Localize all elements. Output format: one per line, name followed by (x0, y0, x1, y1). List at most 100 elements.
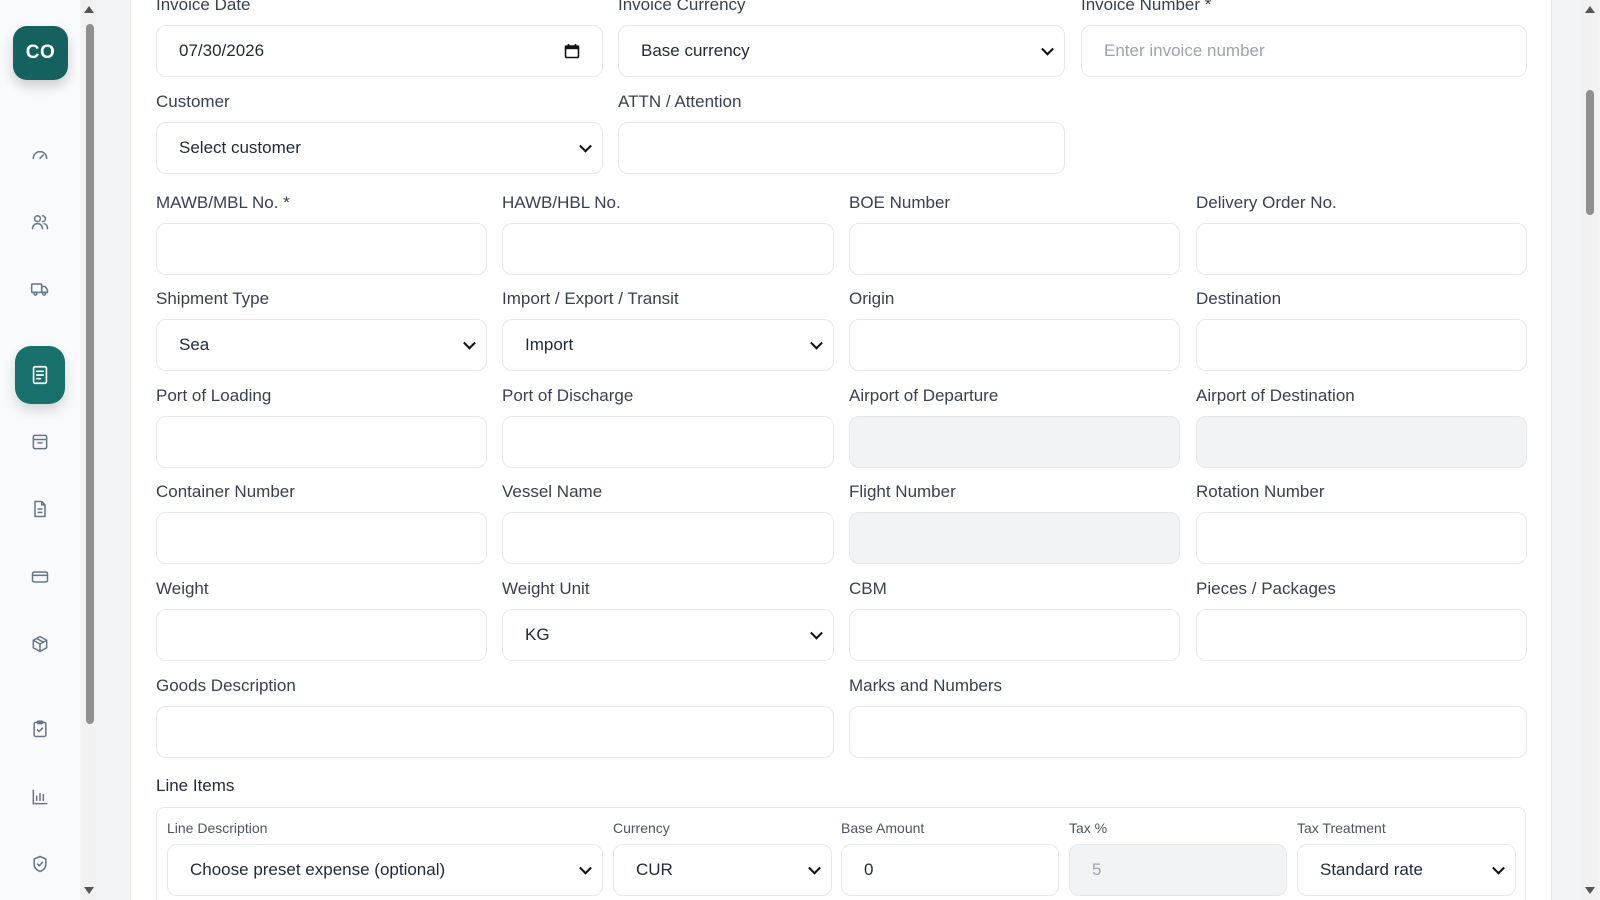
port-discharge-field: Port of Discharge (502, 385, 834, 468)
nav-security[interactable] (22, 846, 58, 882)
pieces-label: Pieces / Packages (1196, 579, 1336, 598)
weight-label: Weight (156, 579, 209, 598)
nav-customers[interactable] (22, 204, 58, 240)
weight-input[interactable] (156, 609, 487, 661)
customer-label: Customer (156, 92, 230, 111)
line-items-title: Line Items (156, 776, 235, 795)
marks-numbers-input[interactable] (849, 706, 1527, 758)
invoice-date-value: 07/30/2026 (179, 41, 265, 60)
invoice-currency-field: Invoice Currency Base currency (618, 0, 1065, 77)
invoice-date-label: Invoice Date (156, 0, 251, 14)
hawb-field: HAWB/HBL No. (502, 192, 834, 275)
invoice-currency-label: Invoice Currency (618, 0, 746, 14)
attn-input[interactable] (618, 122, 1065, 174)
nav-reports[interactable] (22, 779, 58, 815)
port-discharge-input[interactable] (502, 416, 834, 468)
scrollbar-thumb[interactable] (86, 24, 94, 724)
import-export-label: Import / Export / Transit (502, 289, 679, 308)
nav-inbox[interactable] (22, 424, 58, 460)
invoice-number-field: Invoice Number * Enter invoice number (1081, 0, 1527, 77)
tax-treatment-label: Tax Treatment (1297, 820, 1386, 836)
package-icon (32, 635, 48, 653)
shipment-type-field: Shipment Type Sea (156, 288, 487, 371)
import-export-select[interactable]: Import (502, 319, 834, 371)
logo-text: CO (25, 42, 56, 63)
boe-input[interactable] (849, 223, 1180, 275)
line-description-select[interactable]: Choose preset expense (optional) (167, 844, 603, 896)
nav-shipments[interactable] (22, 271, 58, 307)
app-logo[interactable]: CO (13, 26, 68, 80)
mawb-label: MAWB/MBL No. * (156, 193, 290, 212)
chevron-down-icon (1041, 42, 1054, 56)
main-scrollbar[interactable] (1582, 0, 1598, 900)
cbm-input[interactable] (849, 609, 1180, 661)
tax-treatment-select[interactable]: Standard rate (1297, 844, 1516, 896)
airport-departure-input (849, 416, 1180, 468)
rotation-number-field: Rotation Number (1196, 481, 1527, 564)
scroll-down-arrow[interactable] (84, 887, 94, 894)
airport-departure-field: Airport of Departure (849, 385, 1180, 468)
shipment-type-label: Shipment Type (156, 289, 270, 308)
line-currency-select[interactable]: CUR (613, 844, 832, 896)
rotation-number-input[interactable] (1196, 512, 1527, 564)
tax-percent-input: 5 (1069, 844, 1287, 896)
scrollbar-thumb[interactable] (1586, 90, 1594, 215)
base-amount-value: 0 (864, 860, 874, 879)
delivery-order-input[interactable] (1196, 223, 1527, 275)
scroll-up-arrow[interactable] (1585, 6, 1595, 13)
nav-dashboard[interactable] (22, 137, 58, 173)
nav-invoices[interactable] (15, 346, 65, 404)
pieces-field: Pieces / Packages (1196, 578, 1527, 661)
weight-unit-select[interactable]: KG (502, 609, 834, 661)
sidebar-scrollbar[interactable] (82, 0, 96, 900)
airport-destination-field: Airport of Destination (1196, 385, 1527, 468)
chevron-down-icon (579, 861, 592, 875)
chevron-down-icon (463, 336, 476, 350)
tax-percent-field: Tax % 5 (1069, 819, 1287, 896)
container-number-input[interactable] (156, 512, 487, 564)
invoice-date-field: Invoice Date 07/30/2026 (156, 0, 603, 77)
container-number-label: Container Number (156, 482, 295, 501)
scroll-down-arrow[interactable] (1585, 887, 1595, 894)
calendar-icon[interactable] (564, 43, 580, 59)
customer-field: Customer Select customer (156, 91, 603, 174)
tax-percent-label: Tax % (1069, 820, 1108, 836)
port-loading-input[interactable] (156, 416, 487, 468)
line-description-field: Line Description Choose preset expense (… (167, 819, 603, 896)
chevron-down-icon (808, 861, 821, 875)
shipment-type-select[interactable]: Sea (156, 319, 487, 371)
invoice-number-input[interactable]: Enter invoice number (1081, 25, 1527, 77)
destination-input[interactable] (1196, 319, 1527, 371)
port-discharge-label: Port of Discharge (502, 386, 634, 405)
invoice-date-input[interactable]: 07/30/2026 (156, 25, 603, 77)
invoice-number-label: Invoice Number * (1081, 0, 1212, 14)
scroll-up-arrow[interactable] (84, 6, 94, 13)
goods-description-input[interactable] (156, 706, 834, 758)
marks-numbers-field: Marks and Numbers (849, 675, 1527, 758)
nav-packages[interactable] (22, 626, 58, 662)
origin-input[interactable] (849, 319, 1180, 371)
nav-payments[interactable] (22, 559, 58, 595)
chevron-down-icon (810, 626, 823, 640)
nav-documents[interactable] (22, 491, 58, 527)
pieces-input[interactable] (1196, 609, 1527, 661)
chevron-down-icon (1492, 861, 1505, 875)
hawb-input[interactable] (502, 223, 834, 275)
airport-departure-label: Airport of Departure (849, 386, 999, 405)
inbox-icon (32, 434, 48, 450)
import-export-field: Import / Export / Transit Import (502, 288, 834, 371)
port-loading-label: Port of Loading (156, 386, 272, 405)
airport-destination-input (1196, 416, 1527, 468)
customer-select[interactable]: Select customer (156, 122, 603, 174)
line-currency-field: Currency CUR (613, 819, 832, 896)
line-description-label: Line Description (167, 820, 268, 836)
bar-chart-icon (32, 789, 48, 805)
vessel-name-input[interactable] (502, 512, 834, 564)
mawb-input[interactable] (156, 223, 487, 275)
nav-tasks[interactable] (22, 711, 58, 747)
invoice-number-placeholder: Enter invoice number (1104, 41, 1265, 60)
base-amount-input[interactable]: 0 (841, 844, 1059, 896)
tax-treatment-field: Tax Treatment Standard rate (1297, 819, 1516, 896)
marks-numbers-label: Marks and Numbers (849, 676, 1003, 695)
invoice-currency-select[interactable]: Base currency (618, 25, 1065, 77)
